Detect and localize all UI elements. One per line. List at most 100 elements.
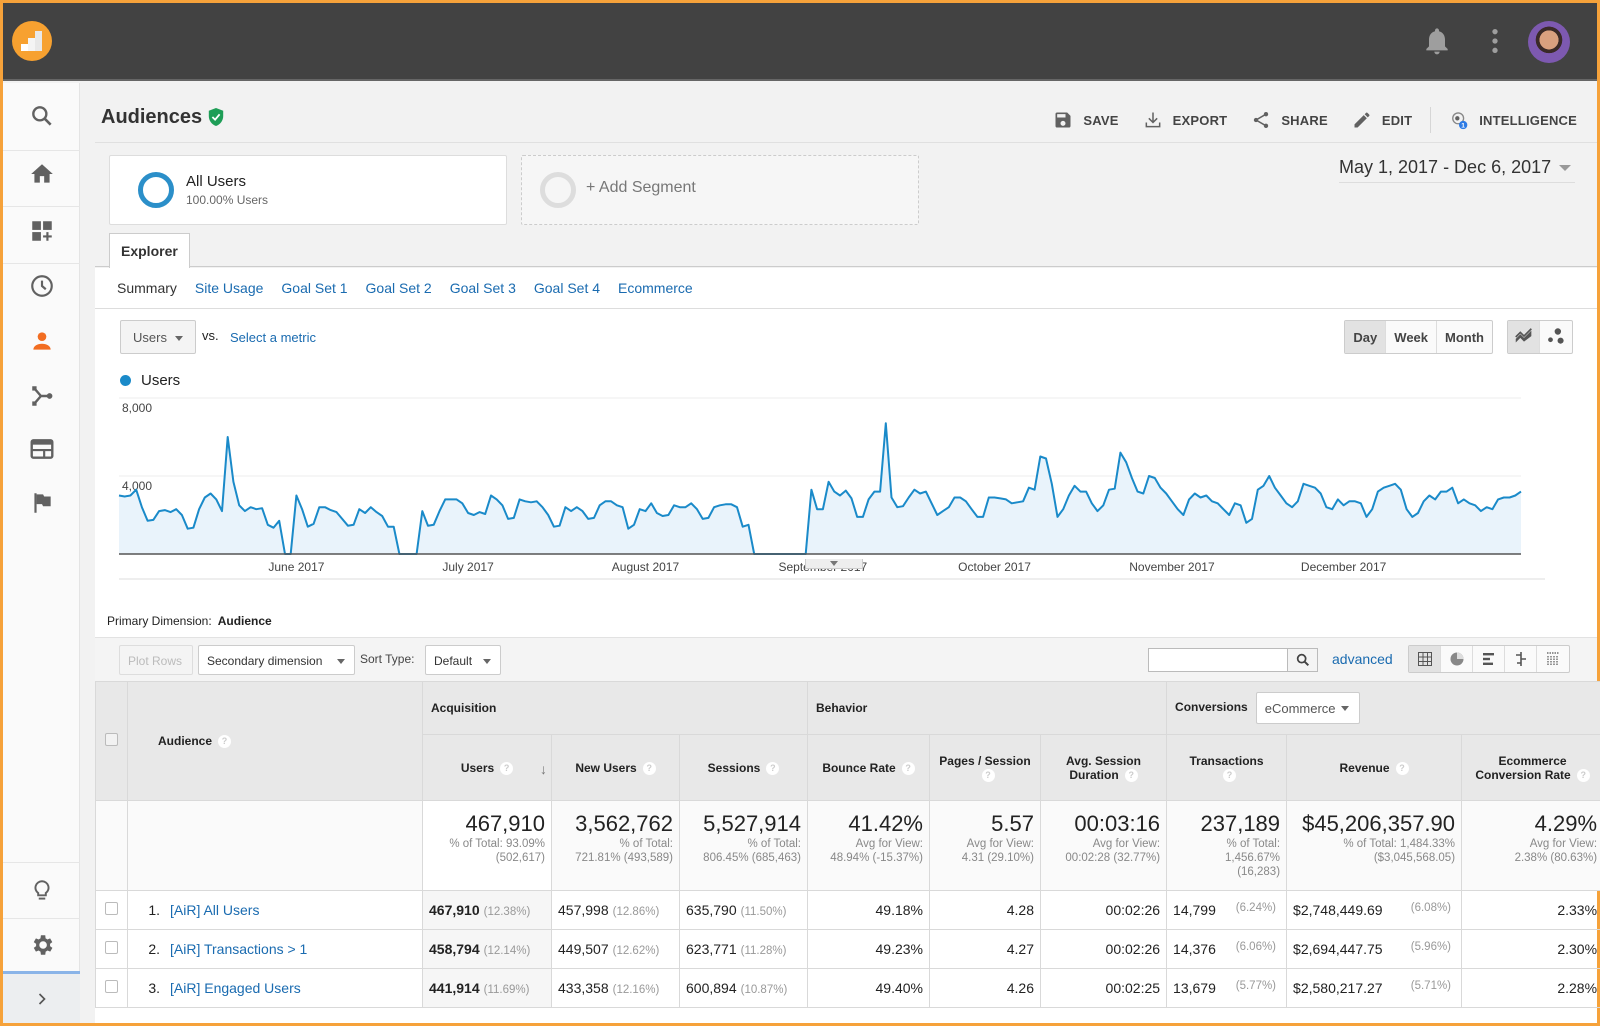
sidebar-item-discover[interactable]: [3, 863, 80, 919]
pivot-view-button[interactable]: [1537, 646, 1569, 672]
advanced-filter-link[interactable]: advanced: [1332, 651, 1393, 667]
col-revenue[interactable]: Revenue?: [1286, 734, 1463, 801]
row-audience-link[interactable]: [AiR] Transactions > 1: [170, 941, 307, 957]
granularity-week-button[interactable]: Week: [1386, 321, 1438, 353]
row-audience-link[interactable]: [AiR] Engaged Users: [170, 980, 301, 996]
help-icon[interactable]: ?: [901, 761, 915, 775]
subtab-ecommerce[interactable]: Ecommerce: [618, 280, 693, 296]
legend-dot-icon: [120, 375, 131, 386]
vs-label: vs.: [202, 328, 219, 343]
line-chart-button[interactable]: [1508, 321, 1540, 353]
conversions-select[interactable]: eCommerce: [1255, 692, 1360, 724]
total-new-users: 3,562,762% of Total: 721.81% (493,589): [551, 800, 680, 891]
save-button[interactable]: SAVE: [1053, 110, 1118, 130]
cell-avg-session-duration: 00:02:25: [1039, 968, 1168, 1008]
line-chart-icon: [1514, 328, 1532, 345]
chevron-right-icon: [38, 992, 46, 1005]
col-new-users[interactable]: New Users?: [551, 734, 680, 801]
col-users[interactable]: Users? ↓: [422, 734, 552, 801]
plot-rows-button[interactable]: Plot Rows: [119, 645, 193, 675]
table-search-input[interactable]: [1148, 648, 1288, 672]
sidebar-item-conversions[interactable]: [3, 475, 80, 531]
sidebar-item-acquisition[interactable]: [3, 368, 80, 424]
col-bounce-rate[interactable]: Bounce Rate?: [807, 734, 930, 801]
add-segment-button[interactable]: + Add Segment: [521, 155, 919, 225]
granularity-day-button[interactable]: Day: [1345, 321, 1387, 353]
comparison-view-button[interactable]: [1505, 646, 1537, 672]
cell-avg-session-duration: 00:02:26: [1039, 890, 1168, 930]
sidebar-expand-button[interactable]: [3, 971, 80, 1023]
edit-button[interactable]: EDIT: [1352, 110, 1412, 130]
row-checkbox[interactable]: [105, 941, 118, 954]
table-search-button[interactable]: [1288, 648, 1318, 672]
primary-dimension-value[interactable]: Audience: [218, 614, 272, 628]
total-users: 467,910% of Total: 93.09% (502,617): [422, 800, 552, 891]
row-checkbox[interactable]: [105, 902, 118, 915]
export-button[interactable]: EXPORT: [1143, 110, 1228, 130]
cell-bounce-rate: 49.40%: [807, 968, 930, 1008]
dimension-header[interactable]: Audience?: [127, 681, 423, 801]
sidebar-item-admin[interactable]: [3, 917, 80, 973]
sort-type-select[interactable]: Default: [425, 645, 501, 675]
page-header: Audiences SAVE EXPORT SHARE EDIT 1 INTEL…: [95, 83, 1597, 143]
date-range-picker[interactable]: May 1, 2017 - Dec 6, 2017: [1339, 157, 1575, 183]
analytics-logo[interactable]: [12, 21, 52, 61]
segment-all-users[interactable]: All Users 100.00% Users: [109, 155, 507, 225]
col-pages-session[interactable]: Pages / Session?: [929, 734, 1041, 801]
col-transactions[interactable]: Transactions?: [1166, 734, 1288, 801]
help-icon[interactable]: ?: [1223, 768, 1237, 782]
cell-ecommerce-conversion-rate: 2.28%: [1461, 968, 1600, 1008]
subtab-goal-set-2[interactable]: Goal Set 2: [366, 280, 432, 296]
col-avg-session-duration[interactable]: Avg. Session Duration?: [1039, 734, 1168, 801]
help-icon[interactable]: ?: [500, 761, 514, 775]
granularity-month-button[interactable]: Month: [1437, 321, 1492, 353]
cell-sessions: 623,771 (11.28%): [679, 929, 808, 969]
help-icon[interactable]: ?: [1576, 768, 1590, 782]
chart-collapse-handle[interactable]: [805, 559, 863, 569]
pie-view-button[interactable]: [1441, 646, 1473, 672]
avatar[interactable]: [1528, 21, 1570, 63]
secondary-dimension-select[interactable]: Secondary dimension: [198, 645, 355, 675]
bell-icon[interactable]: [1421, 25, 1453, 57]
more-vert-icon[interactable]: [1479, 25, 1511, 57]
help-icon[interactable]: ?: [642, 761, 656, 775]
totals-row: 467,910% of Total: 93.09% (502,617) 3,562…: [95, 800, 1600, 891]
share-button[interactable]: SHARE: [1251, 110, 1328, 130]
help-icon[interactable]: ?: [218, 735, 232, 748]
row-audience-link[interactable]: [AiR] All Users: [170, 902, 259, 918]
sidebar-item-audience[interactable]: [3, 313, 80, 369]
help-icon[interactable]: ?: [1395, 761, 1409, 775]
col-ecommerce-conversion-rate[interactable]: Ecommerce Conversion Rate?: [1461, 734, 1600, 801]
subtab-goal-set-1[interactable]: Goal Set 1: [281, 280, 347, 296]
help-icon[interactable]: ?: [1124, 768, 1138, 782]
col-sessions[interactable]: Sessions?: [679, 734, 808, 801]
motion-chart-button[interactable]: [1540, 321, 1572, 353]
sidebar-item-home[interactable]: [3, 146, 80, 202]
cell-revenue: $2,580,217.27 (5.71%): [1286, 968, 1463, 1008]
help-icon[interactable]: ?: [981, 768, 995, 782]
sidebar-item-search[interactable]: [3, 88, 80, 144]
subtab-goal-set-3[interactable]: Goal Set 3: [450, 280, 516, 296]
metric-select[interactable]: Users: [120, 320, 196, 354]
help-icon[interactable]: ?: [766, 761, 780, 775]
subtab-site-usage[interactable]: Site Usage: [195, 280, 263, 296]
cell-new-users: 457,998 (12.86%): [551, 890, 680, 930]
row-checkbox[interactable]: [105, 980, 118, 993]
add-segment-label: + Add Segment: [586, 179, 696, 196]
subtab-goal-set-4[interactable]: Goal Set 4: [534, 280, 600, 296]
select-all-checkbox[interactable]: [105, 733, 118, 746]
tab-explorer[interactable]: Explorer: [109, 233, 190, 268]
performance-view-button[interactable]: [1473, 646, 1505, 672]
total-avg-session-duration: 00:03:16 Avg for View: 00:02:28 (32.77%): [1039, 800, 1168, 891]
sidebar-item-customization[interactable]: [3, 203, 80, 259]
users-area-chart[interactable]: 8,0004,000June 2017July 2017August 2017S…: [95, 388, 1600, 588]
table-view-button[interactable]: [1409, 646, 1441, 672]
total-revenue: $45,206,357.90% of Total: 1,484.33% ($3,0…: [1286, 800, 1463, 891]
sidebar-item-behavior[interactable]: [3, 421, 80, 477]
subtab-summary[interactable]: Summary: [117, 280, 177, 296]
sidebar-item-realtime[interactable]: [3, 258, 80, 314]
table-row: 1. [AiR] All Users 467,910 (12.38%) 457,998(…: [95, 890, 1600, 930]
cell-bounce-rate: 49.23%: [807, 929, 930, 969]
select-metric-link[interactable]: Select a metric: [230, 330, 316, 345]
intelligence-button[interactable]: 1 INTELLIGENCE: [1449, 110, 1577, 130]
